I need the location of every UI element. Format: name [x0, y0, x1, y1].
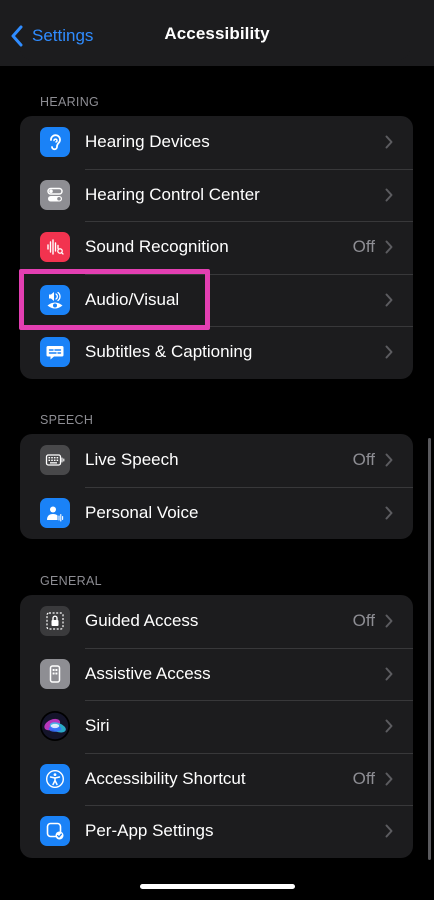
row-label: Per-App Settings [85, 821, 214, 841]
row-label: Subtitles & Captioning [85, 342, 253, 362]
chevron-right-icon [385, 188, 393, 201]
row-label: Accessibility Shortcut [85, 768, 246, 788]
chevron-right-icon [385, 135, 393, 149]
row-value: Off [352, 611, 375, 631]
chevron-right-icon [385, 824, 393, 838]
row-assistive-access[interactable]: Assistive Access [20, 647, 413, 701]
chevron-right-icon [385, 719, 393, 733]
person-wave-icon [40, 497, 70, 528]
row-personal-voice[interactable]: Personal Voice [20, 486, 413, 540]
row-label: Sound Recognition [85, 237, 229, 257]
home-indicator[interactable] [140, 884, 295, 889]
row-hearing-devices[interactable]: Hearing Devices [20, 116, 413, 169]
row-label: Guided Access [85, 611, 199, 631]
section-header-general: GENERAL [40, 574, 102, 588]
group-hearing: Hearing Devices Hearing Control Center S… [20, 116, 413, 379]
row-per-app-settings[interactable]: Per-App Settings [20, 805, 413, 858]
row-label: Assistive Access [85, 663, 211, 683]
group-general: Guided Access Off Assistive Access Siri … [20, 595, 413, 858]
ear-icon [40, 127, 70, 157]
chevron-right-icon [385, 293, 393, 306]
captions-icon [40, 337, 70, 367]
chevron-right-icon [385, 453, 393, 467]
group-speech: Live Speech Off Personal Voice [20, 434, 413, 539]
row-value: Off [352, 237, 375, 257]
row-siri[interactable]: Siri [20, 700, 413, 753]
app-check-icon [40, 816, 70, 846]
keyboard-icon [40, 445, 70, 475]
navigation-bar: Settings Accessibility [0, 0, 434, 66]
row-label: Hearing Devices [85, 132, 210, 152]
row-label: Live Speech [85, 450, 179, 470]
chevron-right-icon [385, 772, 393, 785]
chevron-right-icon [385, 614, 393, 628]
waveform-icon [40, 232, 70, 262]
scrollbar[interactable] [428, 438, 431, 860]
row-subtitles-captioning[interactable]: Subtitles & Captioning [20, 326, 413, 379]
row-label: Personal Voice [85, 502, 199, 522]
chevron-right-icon [385, 506, 393, 519]
highlight-box [19, 269, 210, 330]
row-accessibility-shortcut[interactable]: Accessibility Shortcut Off [20, 752, 413, 806]
row-label: Siri [85, 716, 110, 736]
lock-icon [40, 606, 70, 636]
row-value: Off [352, 768, 375, 788]
phone-grid-icon [40, 658, 70, 689]
row-value: Off [352, 450, 375, 470]
row-label: Hearing Control Center [85, 184, 260, 204]
chevron-right-icon [385, 240, 393, 254]
row-live-speech[interactable]: Live Speech Off [20, 434, 413, 487]
page-title: Accessibility [164, 24, 270, 43]
row-hearing-control-center[interactable]: Hearing Control Center [20, 168, 413, 222]
section-header-speech: SPEECH [40, 413, 94, 427]
toggle-icon [40, 179, 70, 210]
accessibility-icon [40, 763, 70, 794]
chevron-right-icon [385, 345, 393, 359]
row-sound-recognition[interactable]: Sound Recognition Off [20, 221, 413, 274]
siri-icon [40, 711, 70, 741]
section-header-hearing: HEARING [40, 95, 100, 109]
chevron-right-icon [385, 667, 393, 680]
row-guided-access[interactable]: Guided Access Off [20, 595, 413, 648]
